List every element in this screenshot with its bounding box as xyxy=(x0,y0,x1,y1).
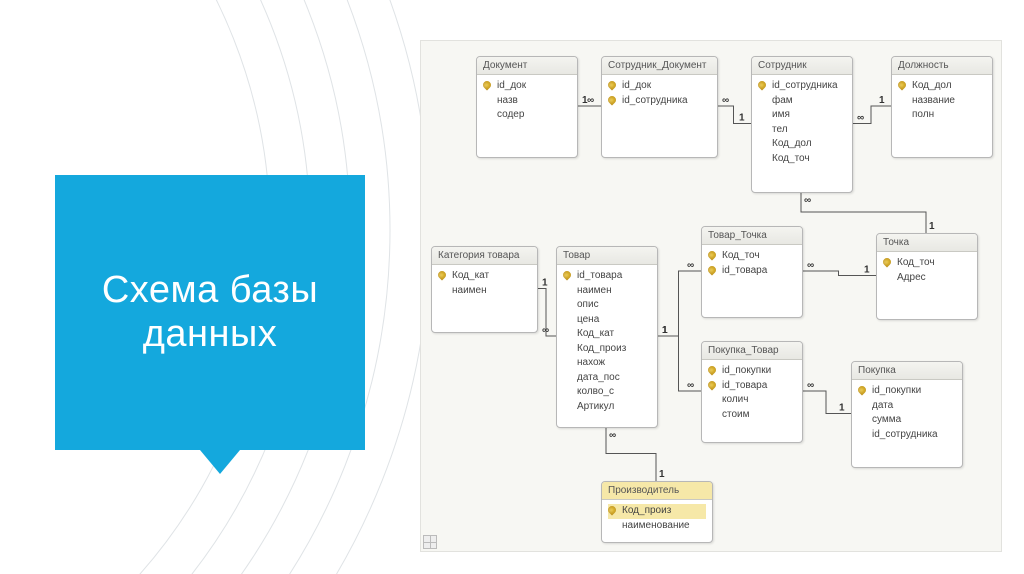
field[interactable]: опис xyxy=(563,298,651,313)
table-category[interactable]: Категория товараКод_катнаимен xyxy=(431,246,538,333)
table-emp_doc[interactable]: Сотрудник_Документid_докid_сотрудника xyxy=(601,56,718,158)
svg-text:1: 1 xyxy=(879,95,885,106)
svg-text:1: 1 xyxy=(929,221,935,232)
svg-text:1: 1 xyxy=(739,113,745,124)
table-employee[interactable]: Сотрудникid_сотрудникафамимятелКод_долКо… xyxy=(751,56,853,193)
primary-key-field[interactable]: id_покупки xyxy=(858,384,956,399)
field[interactable]: фам xyxy=(758,94,846,109)
primary-key-field[interactable]: Код_произ xyxy=(608,504,706,519)
field-list: id_товаранаименописценаКод_катКод_произн… xyxy=(557,265,657,420)
field[interactable]: Код_точ xyxy=(758,152,846,167)
field[interactable]: нахож xyxy=(563,356,651,371)
title-panel: Схема базыданных xyxy=(55,175,365,450)
field[interactable]: колво_с xyxy=(563,385,651,400)
table-position[interactable]: ДолжностьКод_долназваниеполн xyxy=(891,56,993,158)
primary-key-field[interactable]: Код_точ xyxy=(708,249,796,264)
svg-text:1: 1 xyxy=(839,403,845,414)
svg-text:∞: ∞ xyxy=(687,380,694,391)
table-header[interactable]: Покупка_Товар xyxy=(702,342,802,360)
field-list: id_докid_сотрудника xyxy=(602,75,717,114)
table-document[interactable]: Документid_докназвсодер xyxy=(476,56,578,158)
svg-text:1: 1 xyxy=(659,469,665,480)
field-list: id_сотрудникафамимятелКод_долКод_точ xyxy=(752,75,852,172)
field[interactable]: наимен xyxy=(438,284,531,299)
field[interactable]: Код_дол xyxy=(758,137,846,152)
field-list: id_докназвсодер xyxy=(477,75,577,129)
table-header[interactable]: Товар_Точка xyxy=(702,227,802,245)
table-header[interactable]: Документ xyxy=(477,57,577,75)
svg-text:∞: ∞ xyxy=(807,260,814,271)
field[interactable]: стоим xyxy=(708,408,796,423)
svg-text:∞: ∞ xyxy=(587,95,594,106)
primary-key-field[interactable]: Код_точ xyxy=(883,256,971,271)
field[interactable]: название xyxy=(898,94,986,109)
svg-text:∞: ∞ xyxy=(857,113,864,124)
field-list: Код_точАдрес xyxy=(877,252,977,291)
primary-key-field[interactable]: id_сотрудника xyxy=(608,94,711,109)
field[interactable]: тел xyxy=(758,123,846,138)
title-callout-tail xyxy=(200,450,240,474)
field[interactable]: имя xyxy=(758,108,846,123)
svg-text:1: 1 xyxy=(662,325,668,336)
field[interactable]: наименование xyxy=(608,519,706,534)
primary-key-field[interactable]: id_покупки xyxy=(708,364,796,379)
table-header[interactable]: Покупка xyxy=(852,362,962,380)
table-header[interactable]: Производитель xyxy=(602,482,712,500)
svg-text:∞: ∞ xyxy=(722,95,729,106)
table-prod_point[interactable]: Товар_ТочкаКод_точid_товара xyxy=(701,226,803,318)
table-header[interactable]: Должность xyxy=(892,57,992,75)
table-point[interactable]: ТочкаКод_точАдрес xyxy=(876,233,978,320)
table-producer[interactable]: ПроизводительКод_произнаименование xyxy=(601,481,713,543)
field[interactable]: Код_произ xyxy=(563,342,651,357)
primary-key-field[interactable]: Код_кат xyxy=(438,269,531,284)
svg-text:∞: ∞ xyxy=(609,430,616,441)
field[interactable]: наимен xyxy=(563,284,651,299)
field[interactable]: полн xyxy=(898,108,986,123)
primary-key-field[interactable]: id_товара xyxy=(708,379,796,394)
svg-text:∞: ∞ xyxy=(807,380,814,391)
svg-text:∞: ∞ xyxy=(542,325,549,336)
field-list: Код_катнаимен xyxy=(432,265,537,304)
primary-key-field[interactable]: id_сотрудника xyxy=(758,79,846,94)
slide-title: Схема базыданных xyxy=(102,269,318,356)
table-header[interactable]: Сотрудник xyxy=(752,57,852,75)
svg-text:∞: ∞ xyxy=(804,195,811,206)
grid-hint-icon xyxy=(423,535,437,549)
field-list: Код_точid_товара xyxy=(702,245,802,284)
field[interactable]: сумма xyxy=(858,413,956,428)
field[interactable]: дата xyxy=(858,399,956,414)
primary-key-field[interactable]: id_товара xyxy=(708,264,796,279)
primary-key-field[interactable]: Код_дол xyxy=(898,79,986,94)
field[interactable]: id_сотрудника xyxy=(858,428,956,443)
table-product[interactable]: Товарid_товаранаименописценаКод_катКод_п… xyxy=(556,246,658,428)
primary-key-field[interactable]: id_док xyxy=(483,79,571,94)
svg-text:1: 1 xyxy=(582,95,588,106)
field[interactable]: Артикул xyxy=(563,400,651,415)
table-header[interactable]: Категория товара xyxy=(432,247,537,265)
field-list: Код_долназваниеполн xyxy=(892,75,992,129)
table-header[interactable]: Товар xyxy=(557,247,657,265)
svg-text:1: 1 xyxy=(542,278,548,289)
svg-text:1: 1 xyxy=(662,325,668,336)
field[interactable]: назв xyxy=(483,94,571,109)
table-header[interactable]: Сотрудник_Документ xyxy=(602,57,717,75)
table-header[interactable]: Точка xyxy=(877,234,977,252)
field-list: Код_произнаименование xyxy=(602,500,712,539)
db-schema-canvas[interactable]: 1∞1∞1∞1∞1∞1∞1∞1∞1∞1∞ Документid_докназвс… xyxy=(420,40,1002,552)
primary-key-field[interactable]: id_товара xyxy=(563,269,651,284)
primary-key-field[interactable]: id_док xyxy=(608,79,711,94)
svg-text:1: 1 xyxy=(864,265,870,276)
field-list: id_покупкидатасуммаid_сотрудника xyxy=(852,380,962,448)
svg-text:∞: ∞ xyxy=(687,260,694,271)
field[interactable]: Код_кат xyxy=(563,327,651,342)
field[interactable]: дата_пос xyxy=(563,371,651,386)
field[interactable]: содер xyxy=(483,108,571,123)
table-purchase[interactable]: Покупкаid_покупкидатасуммаid_сотрудника xyxy=(851,361,963,468)
field[interactable]: цена xyxy=(563,313,651,328)
table-purch_prod[interactable]: Покупка_Товарid_покупкиid_товараколичсто… xyxy=(701,341,803,443)
field[interactable]: Адрес xyxy=(883,271,971,286)
field-list: id_покупкиid_товараколичстоим xyxy=(702,360,802,428)
field[interactable]: колич xyxy=(708,393,796,408)
